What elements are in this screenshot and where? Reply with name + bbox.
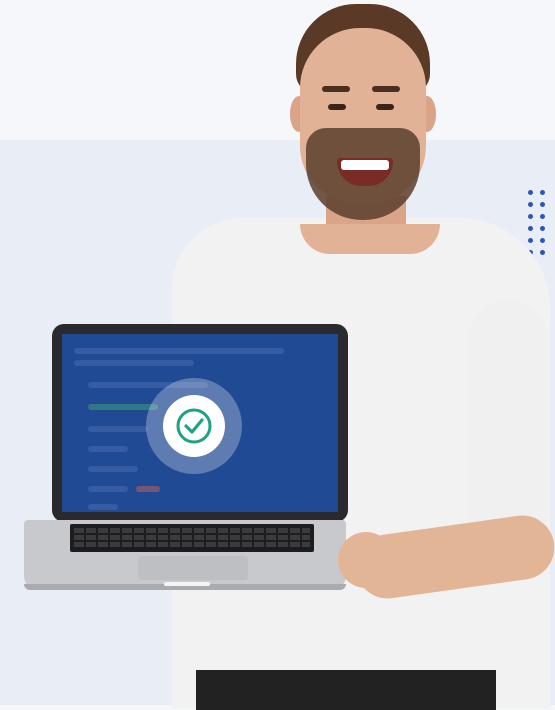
checkmark-circle-icon [176,408,212,444]
laptop-notch [164,582,210,586]
key-row [74,542,310,547]
teeth [341,160,389,170]
left-eyebrow [322,86,350,92]
right-eye [376,104,394,110]
laptop-trackpad [138,556,248,580]
hero-photo [0,0,555,710]
hand [338,532,394,588]
left-eye [328,104,346,110]
right-eyebrow [372,86,400,92]
key-row [74,535,310,540]
key-row [74,528,310,533]
dark-pants [196,670,496,710]
shirt-collar [300,224,440,254]
